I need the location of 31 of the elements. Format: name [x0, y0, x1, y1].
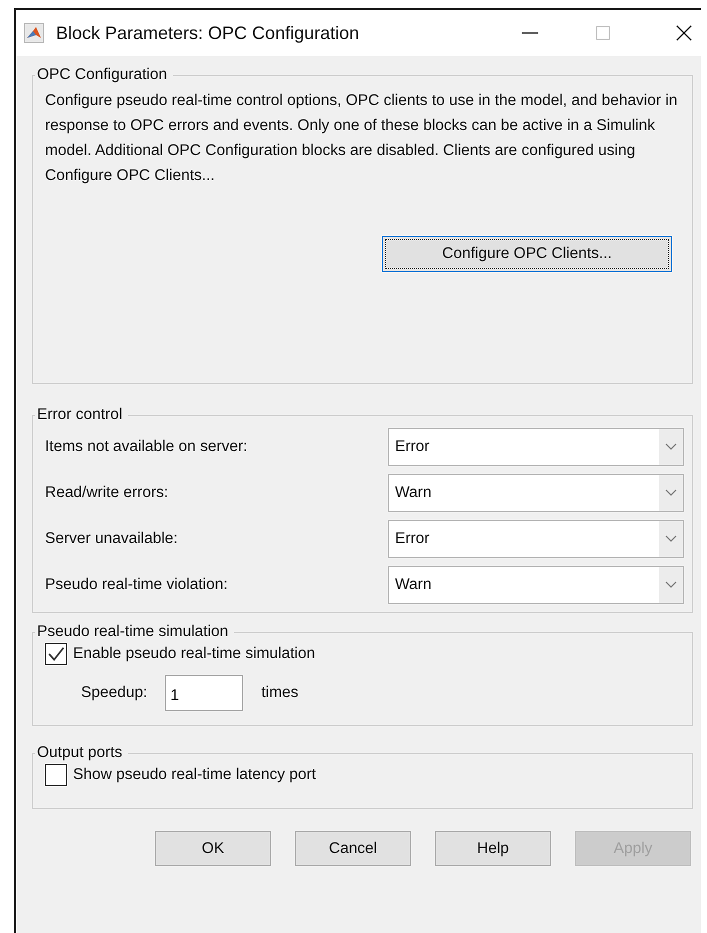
- group-title: Error control: [36, 406, 124, 424]
- field-label: Pseudo real-time violation:: [45, 576, 228, 594]
- dropdown[interactable]: Error: [388, 428, 684, 466]
- dropdown[interactable]: Warn: [388, 566, 684, 604]
- group-title: OPC Configuration: [36, 66, 168, 84]
- dialog-button[interactable]: Cancel: [295, 831, 411, 866]
- unit-label: times: [261, 684, 298, 702]
- configure-clients-button[interactable]: Configure OPC Clients...: [382, 236, 672, 272]
- field-label: Server unavailable:: [45, 530, 178, 548]
- field-label: Read/write errors:: [45, 484, 168, 502]
- group-title: Pseudo real-time simulation: [36, 623, 230, 641]
- field-label: Items not available on server:: [45, 438, 248, 456]
- checkbox[interactable]: [45, 764, 67, 786]
- dialog-button[interactable]: OK: [155, 831, 271, 866]
- window-title: Block Parameters: OPC Configuration: [56, 22, 360, 44]
- chevron-down-icon: [665, 581, 677, 589]
- chevron-down-icon: [665, 443, 677, 451]
- checkbox-label[interactable]: Enable pseudo real-time simulation: [73, 645, 316, 663]
- checkbox[interactable]: [45, 643, 67, 665]
- dropdown[interactable]: Warn: [388, 474, 684, 512]
- field-label: Speedup:: [81, 684, 148, 702]
- checkbox-label[interactable]: Show pseudo real-time latency port: [73, 766, 316, 784]
- chevron-down-icon: [665, 489, 677, 497]
- chevron-down-icon: [665, 535, 677, 543]
- group-title: Output ports: [36, 744, 124, 762]
- close-icon[interactable]: [675, 24, 693, 42]
- speedup-field[interactable]: 1: [165, 675, 244, 711]
- description-text: Configure pseudo real-time control options, OPC clients to use in the model, and behavior in response to OPC errors and events. Only one of these blocks can be active in a Simulink model. Additional OPC Configuration blocks are disabled. Clients are configured using Configure OPC Clients...: [45, 91, 678, 186]
- app-logo-icon: [24, 23, 44, 43]
- dialog-button[interactable]: Help: [435, 831, 551, 866]
- dropdown[interactable]: Error: [388, 520, 684, 558]
